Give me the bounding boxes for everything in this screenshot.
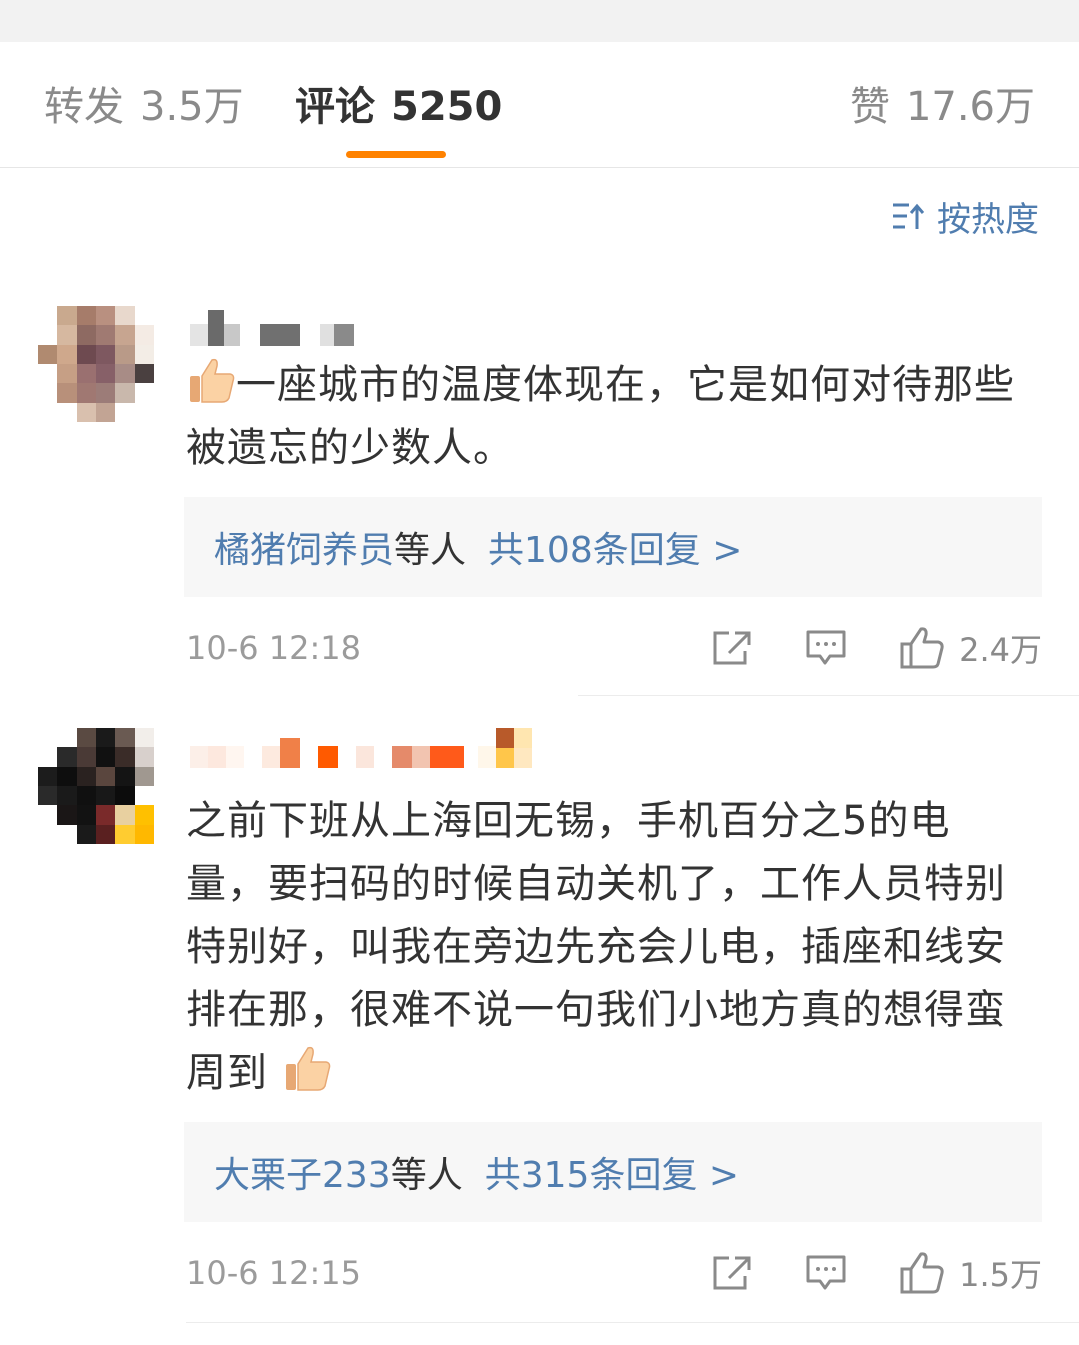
share-icon	[713, 631, 751, 665]
like-count: 1.5万	[959, 1256, 1042, 1294]
divider	[578, 695, 1079, 696]
tab-bar: 转发 3.5万 评论 5250 赞 17.6万	[0, 42, 1079, 168]
reply-names: 橘猪饲养员	[214, 530, 395, 571]
sort-button[interactable]: 按热度	[891, 194, 1039, 240]
active-tab-indicator	[346, 151, 446, 158]
comment-time: 10-6 12:15	[186, 1254, 362, 1292]
reply-total: 共315条回复 >	[484, 1155, 740, 1196]
share-icon	[713, 1256, 751, 1290]
username-blurred[interactable]	[190, 728, 532, 768]
sort-icon	[893, 203, 925, 229]
reply-names: 大栗子233	[214, 1155, 391, 1196]
comment-body: 一座城市的温度体现在，它是如何对待那些被遗忘的少数人。	[186, 362, 1015, 471]
tab-repost-count: 3.5万	[140, 84, 244, 130]
top-strip	[0, 0, 1079, 42]
comment-meta: 10-6 12:15 1.5万	[186, 1249, 1042, 1297]
tab-repost-label: 转发	[44, 84, 124, 130]
thumbs-up-emoji-icon	[286, 1046, 331, 1091]
comment-actions: 1.5万	[711, 1250, 1042, 1296]
like-button[interactable]: 2.4万	[899, 625, 1042, 671]
replies-link[interactable]: 大栗子233 等人 共315条回复 >	[184, 1122, 1042, 1222]
reply-others: 等人	[390, 1155, 463, 1196]
tab-likes[interactable]: 赞 17.6万	[850, 82, 1035, 132]
tab-repost[interactable]: 转发 3.5万	[44, 82, 244, 132]
reply-others: 等人	[394, 530, 467, 571]
tab-likes-label: 赞	[849, 84, 890, 130]
comment-text: 一座城市的温度体现在，它是如何对待那些被遗忘的少数人。	[186, 354, 1046, 480]
tab-likes-count: 17.6万	[905, 84, 1035, 130]
sort-label: 按热度	[937, 199, 1039, 240]
like-count: 2.4万	[959, 631, 1042, 669]
thumbs-up-icon	[900, 627, 944, 669]
share-button[interactable]	[711, 629, 753, 667]
comment-button[interactable]	[805, 1254, 847, 1292]
comment-meta: 10-6 12:18 2.4万	[186, 624, 1042, 672]
comment-button[interactable]	[805, 629, 847, 667]
share-button[interactable]	[711, 1254, 753, 1292]
thumbs-up-icon	[900, 1252, 944, 1294]
replies-link[interactable]: 橘猪饲养员 等人 共108条回复 >	[184, 497, 1042, 597]
avatar[interactable]	[38, 728, 154, 844]
thumbs-up-emoji-icon	[190, 358, 235, 403]
comment-text: 之前下班从上海回无锡，手机百分之5的电量，要扫码的时候自动关机了，工作人员特别特…	[186, 790, 1031, 1105]
tab-comments[interactable]: 评论 5250	[295, 82, 502, 132]
reply-total: 共108条回复 >	[488, 530, 743, 571]
comment-actions: 2.4万	[711, 625, 1042, 671]
like-button[interactable]: 1.5万	[899, 1250, 1042, 1296]
divider	[186, 1322, 1079, 1323]
comment-time: 10-6 12:18	[186, 629, 362, 667]
avatar[interactable]	[38, 306, 154, 422]
comment-bubble-icon	[806, 1255, 846, 1290]
tab-comments-label: 评论	[295, 84, 375, 130]
username-blurred[interactable]	[190, 306, 354, 346]
comment-bubble-icon	[806, 630, 846, 665]
tab-comments-count: 5250	[391, 84, 503, 130]
